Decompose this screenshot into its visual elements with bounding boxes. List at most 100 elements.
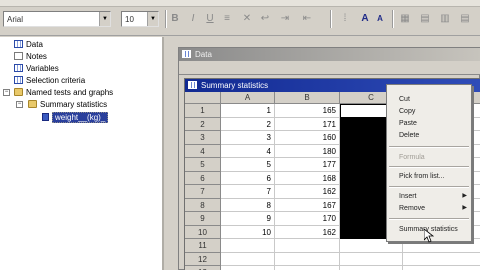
- grid-cell[interactable]: 177: [275, 158, 340, 172]
- wrap-format-icon[interactable]: ↩: [258, 12, 272, 26]
- mouse-pointer-icon: [424, 229, 434, 243]
- toolbar-separator: [165, 10, 167, 28]
- tree-item-variables[interactable]: Variables: [14, 63, 59, 74]
- grid-cell[interactable]: [403, 266, 480, 270]
- formatting-toolbar: Arial ▼ 10 ▼ B I U ≡ ✕ ↩ ⇥ ⇤ ⁞ A A ▦ ▤ ▥…: [0, 0, 480, 36]
- menu-item-cut[interactable]: Cut: [387, 94, 471, 105]
- menu-item-remove[interactable]: Remove ▶: [387, 203, 471, 214]
- grid-cell[interactable]: 171: [275, 117, 340, 131]
- menu-separator: [389, 186, 469, 188]
- row-header[interactable]: 6: [185, 171, 221, 185]
- grid-cell[interactable]: 9: [221, 212, 275, 226]
- grid-cell[interactable]: 162: [275, 185, 340, 199]
- cross-format-icon[interactable]: ✕: [240, 12, 254, 26]
- grid-cell[interactable]: 167: [275, 198, 340, 212]
- grid-cell-selected[interactable]: [340, 266, 403, 270]
- row-header[interactable]: 12: [185, 252, 221, 266]
- border-button[interactable]: ⁞: [338, 12, 352, 26]
- grid-cell[interactable]: [275, 239, 340, 253]
- grid-cell[interactable]: [275, 266, 340, 270]
- tree-item-data[interactable]: Data: [14, 39, 43, 50]
- grid-cell[interactable]: [221, 266, 275, 270]
- grid-icon: [14, 76, 23, 84]
- menu-item-remove-label: Remove: [399, 205, 426, 212]
- grid-cell[interactable]: 5: [221, 158, 275, 172]
- collapse-expander-icon[interactable]: −: [16, 101, 23, 108]
- chevron-down-icon[interactable]: ▼: [99, 12, 110, 26]
- row-header[interactable]: 10: [185, 225, 221, 239]
- grid-cell[interactable]: 10: [221, 225, 275, 239]
- tree-item-notes[interactable]: Notes: [14, 51, 47, 62]
- data-window-header-strip: [179, 61, 480, 75]
- submenu-arrow-icon: ▶: [462, 193, 467, 199]
- column-header-b[interactable]: B: [275, 92, 340, 104]
- shrink-font-button[interactable]: A: [373, 12, 387, 26]
- grid-cell[interactable]: 7: [221, 185, 275, 199]
- row-view-icon[interactable]: ▤: [458, 12, 472, 26]
- row-header[interactable]: 3: [185, 131, 221, 145]
- notes-icon: [14, 52, 23, 60]
- grid-cell[interactable]: 2: [221, 117, 275, 131]
- row-header[interactable]: 11: [185, 239, 221, 253]
- row-header[interactable]: 1: [185, 104, 221, 118]
- row-header[interactable]: 7: [185, 185, 221, 199]
- grid-cell[interactable]: 6: [221, 171, 275, 185]
- tree-item-named-tests[interactable]: Named tests and graphs: [14, 87, 113, 98]
- row-header[interactable]: 8: [185, 198, 221, 212]
- menu-item-insert[interactable]: Insert ▶: [387, 191, 471, 202]
- italic-button[interactable]: I: [186, 12, 200, 26]
- align-button[interactable]: ≡: [220, 12, 234, 26]
- grid-cell[interactable]: 160: [275, 131, 340, 145]
- table-view-icon[interactable]: ▤: [418, 12, 432, 26]
- row-header[interactable]: 9: [185, 212, 221, 226]
- data-window-title-bar[interactable]: Data: [179, 48, 480, 61]
- grid-icon: [14, 40, 23, 48]
- column-header-a[interactable]: A: [221, 92, 275, 104]
- grid-cell[interactable]: [403, 252, 480, 266]
- grid-cell[interactable]: 8: [221, 198, 275, 212]
- menu-item-pick-from-list[interactable]: Pick from list...: [387, 171, 471, 182]
- grid-cell-selected[interactable]: [340, 252, 403, 266]
- grid-cell[interactable]: 162: [275, 225, 340, 239]
- chevron-down-icon[interactable]: ▼: [147, 12, 158, 26]
- grid-view-icon[interactable]: ▦: [398, 12, 412, 26]
- grid-cell[interactable]: 3: [221, 131, 275, 145]
- column-view-icon[interactable]: ▥: [438, 12, 452, 26]
- grid-cell[interactable]: 4: [221, 144, 275, 158]
- font-size-combo[interactable]: 10 ▼: [121, 11, 159, 27]
- font-name-combo[interactable]: Arial ▼: [3, 11, 111, 27]
- underline-button[interactable]: U: [203, 12, 217, 26]
- grid-cell[interactable]: [221, 252, 275, 266]
- menu-item-paste[interactable]: Paste: [387, 118, 471, 129]
- grid-cell[interactable]: 170: [275, 212, 340, 226]
- menu-item-delete[interactable]: Delete: [387, 130, 471, 141]
- menu-item-copy[interactable]: Copy: [387, 106, 471, 117]
- collapse-expander-icon[interactable]: −: [3, 89, 10, 96]
- indent-icon[interactable]: ⇥: [278, 12, 292, 26]
- grid-cell[interactable]: 1: [221, 104, 275, 118]
- font-name-value: Arial: [7, 15, 24, 24]
- grid-corner[interactable]: [185, 92, 221, 104]
- grid-cell[interactable]: 168: [275, 171, 340, 185]
- grow-font-button[interactable]: A: [358, 12, 372, 26]
- grid-cell[interactable]: [221, 239, 275, 253]
- tree-item-weight[interactable]: weight__(kg)_: [42, 112, 109, 123]
- row-header[interactable]: 2: [185, 117, 221, 131]
- toolbar-separator: [330, 10, 332, 28]
- tree-item-summary-statistics[interactable]: Summary statistics: [28, 99, 107, 110]
- row-header[interactable]: 4: [185, 144, 221, 158]
- font-size-value: 10: [125, 15, 134, 24]
- grid-cell[interactable]: 180: [275, 144, 340, 158]
- menu-separator: [389, 146, 469, 148]
- menu-item-formula[interactable]: Formula: [387, 152, 471, 163]
- tree-item-selection-criteria[interactable]: Selection criteria: [14, 75, 85, 86]
- sheet-icon: [188, 81, 197, 89]
- outdent-icon[interactable]: ⇤: [300, 12, 314, 26]
- bold-button[interactable]: B: [168, 12, 182, 26]
- grid-cell[interactable]: 165: [275, 104, 340, 118]
- row-header[interactable]: 5: [185, 158, 221, 172]
- menu-separator: [389, 166, 469, 168]
- submenu-arrow-icon: ▶: [462, 205, 467, 211]
- grid-cell[interactable]: [275, 252, 340, 266]
- row-header[interactable]: 13: [185, 266, 221, 270]
